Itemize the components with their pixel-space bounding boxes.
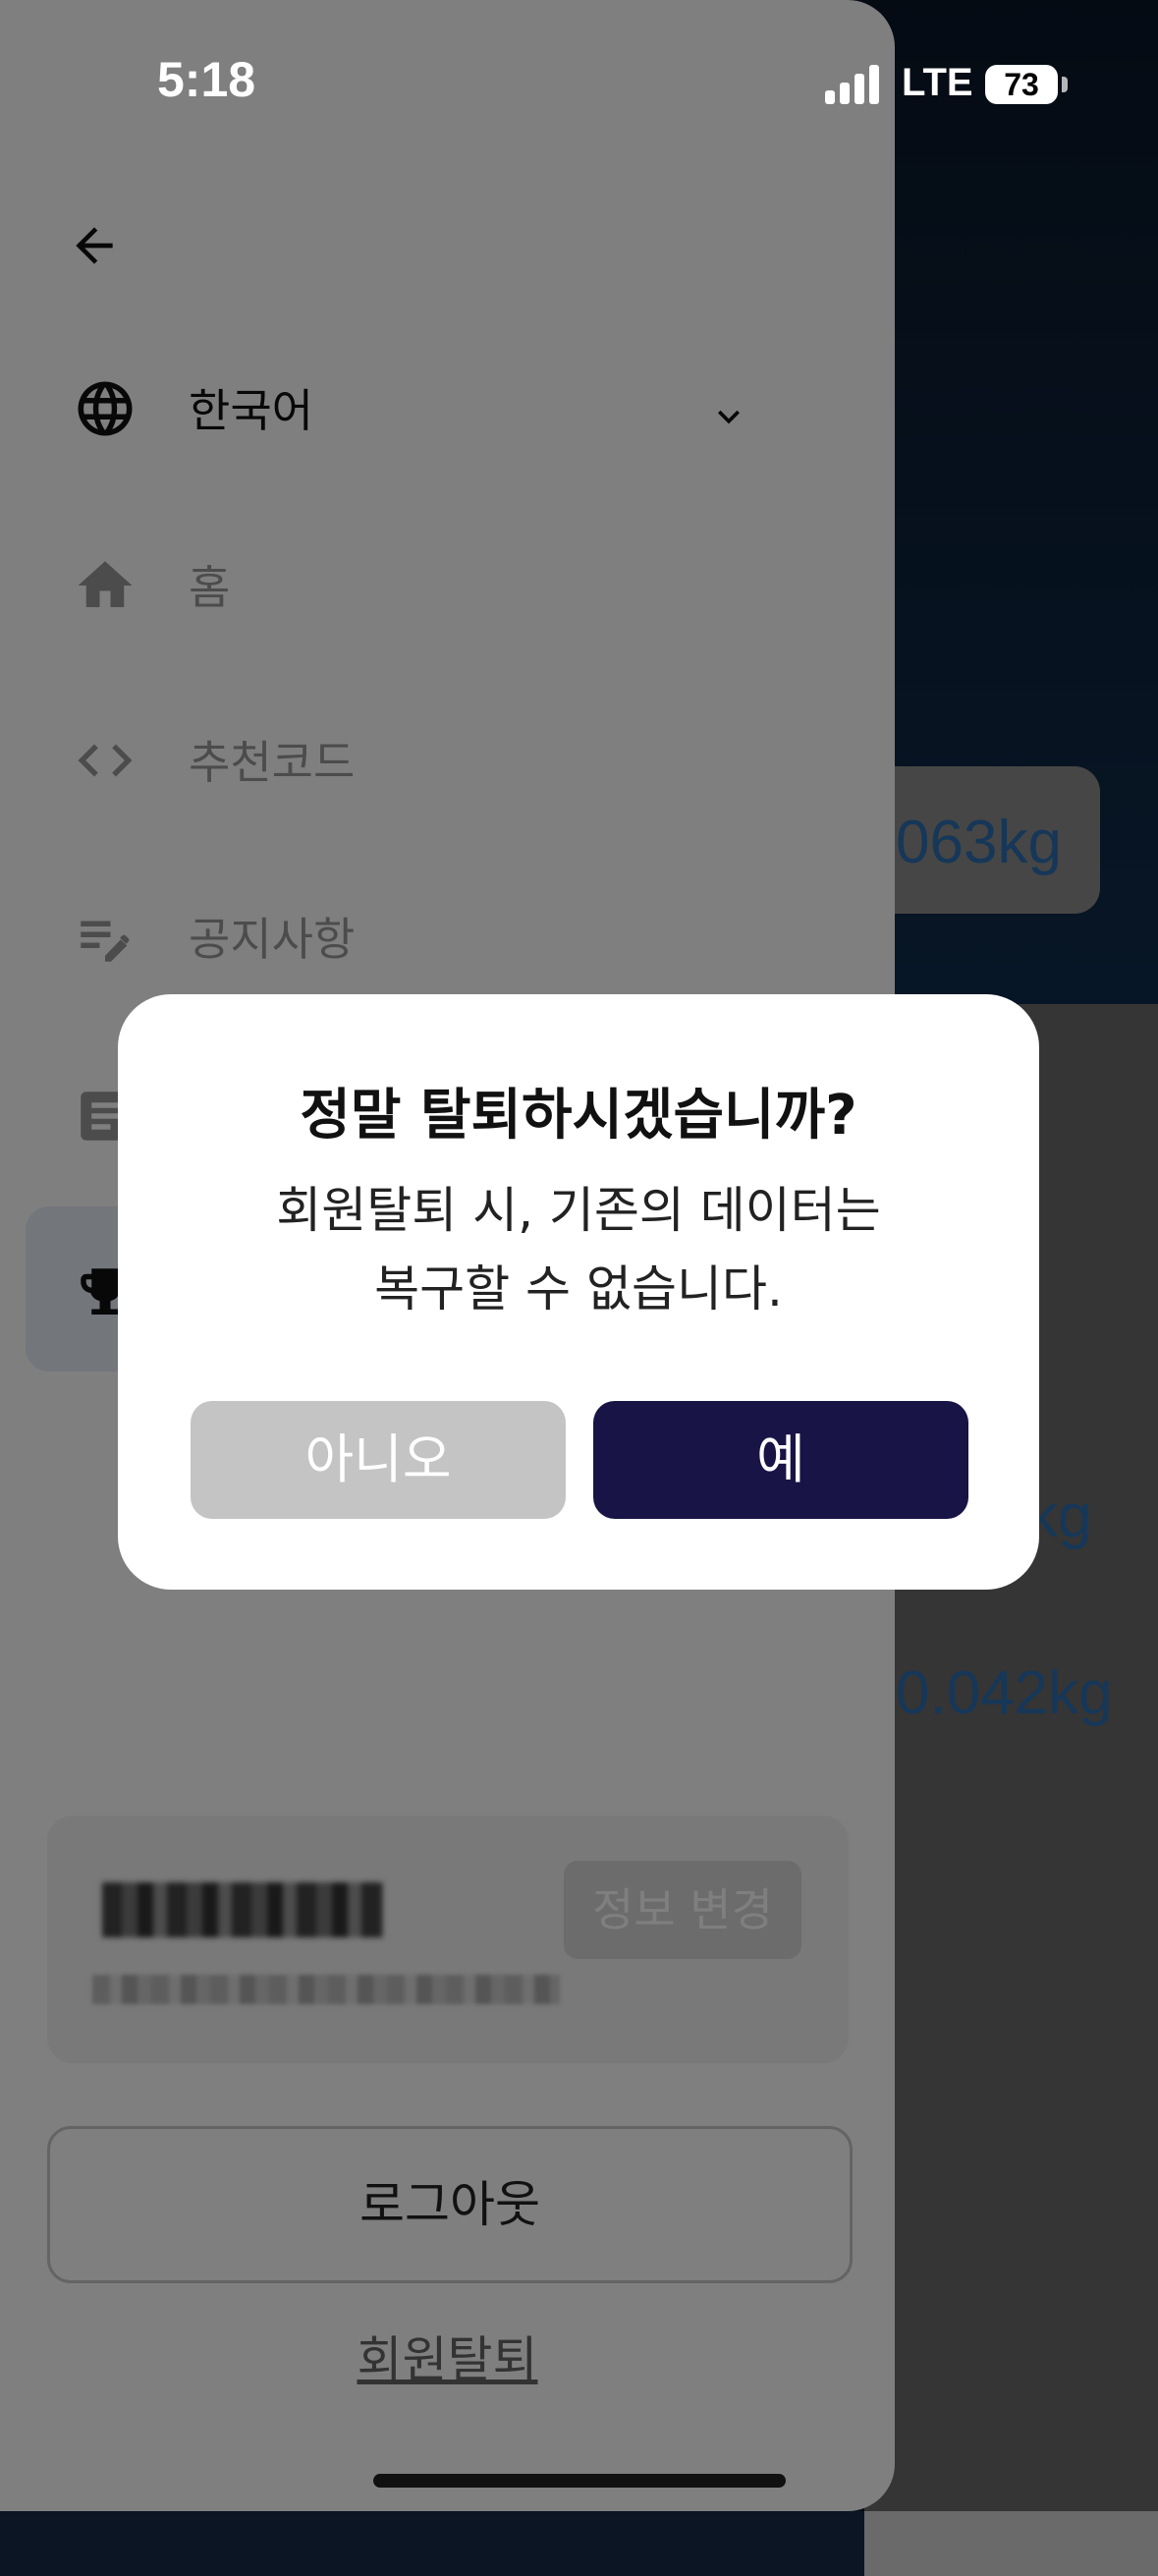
dialog-title: 정말 탈퇴하시겠습니까? (300, 1084, 857, 1148)
network-type: LTE (902, 61, 973, 104)
home-indicator[interactable] (373, 2474, 786, 2488)
dialog-message-line-1: 회원탈퇴 시, 기존의 데이터는 (276, 1182, 881, 1239)
withdraw-confirm-dialog: 정말 탈퇴하시겠습니까? 회원탈퇴 시, 기존의 데이터는 복구할 수 없습니다… (118, 994, 1039, 1590)
cancel-button[interactable]: 아니오 (191, 1401, 566, 1519)
status-time: 5:18 (157, 52, 256, 107)
signal-icon (825, 65, 884, 108)
dialog-message-line-2: 복구할 수 없습니다. (374, 1260, 783, 1317)
battery-tip (1062, 77, 1068, 92)
battery-icon: 73 (985, 65, 1058, 104)
dialog-message: 회원탈퇴 시, 기존의 데이터는 복구할 수 없습니다. (118, 1171, 1039, 1328)
confirm-button[interactable]: 예 (593, 1401, 968, 1519)
status-bar: 5:18 LTE 73 (0, 0, 1158, 167)
